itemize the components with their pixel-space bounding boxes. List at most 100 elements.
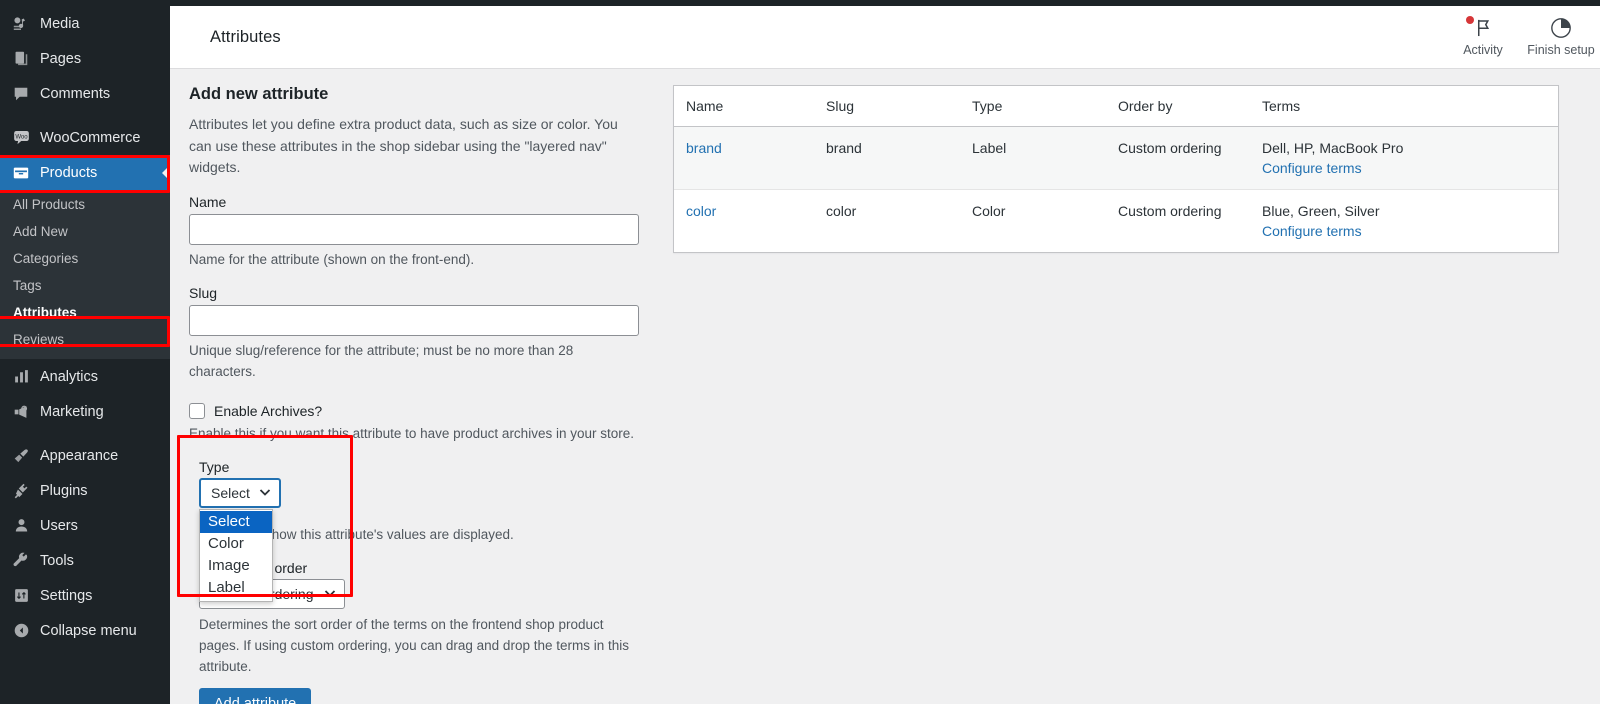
form-description: Attributes let you define extra product … [189, 116, 618, 176]
slug-input[interactable] [189, 304, 639, 336]
sidebar-item-collapse-menu[interactable]: Collapse menu [0, 613, 170, 648]
column-header-slug[interactable]: Slug [826, 86, 972, 127]
column-header-name[interactable]: Name [674, 86, 826, 127]
sidebar-item-media[interactable]: Media [0, 6, 170, 41]
sidebar-item-woocommerce[interactable]: Woo WooCommerce [0, 120, 170, 155]
column-header-orderby[interactable]: Order by [1118, 86, 1262, 127]
sidebar-item-analytics[interactable]: Analytics [0, 359, 170, 394]
cell-orderby: Custom ordering [1118, 126, 1262, 190]
terms-list: Blue, Green, Silver [1262, 203, 1380, 219]
products-icon [11, 163, 31, 183]
analytics-icon [11, 367, 31, 387]
sidebar-item-label: Plugins [40, 482, 88, 499]
table-head: Name Slug Type Order by Terms [674, 86, 1558, 127]
collapse-icon [11, 621, 31, 641]
cell-type: Label [972, 126, 1118, 190]
slug-field-group: Slug Unique slug/reference for the attri… [189, 285, 659, 383]
sidebar-item-pages[interactable]: Pages [0, 41, 170, 76]
sidebar-item-categories[interactable]: Categories [0, 245, 170, 272]
admin-sidebar: Media Pages Comments Woo WooCommerce Pro… [0, 6, 170, 704]
cell-type: Color [972, 203, 1006, 219]
sidebar-item-tags[interactable]: Tags [0, 272, 170, 299]
type-option-image[interactable]: Image [200, 555, 272, 577]
woocommerce-icon: Woo [11, 128, 31, 148]
sidebar-item-add-new[interactable]: Add New [0, 218, 170, 245]
sidebar-item-reviews[interactable]: Reviews [0, 326, 170, 353]
enable-archives-row[interactable]: Enable Archives? [189, 402, 659, 419]
sidebar-item-comments[interactable]: Comments [0, 76, 170, 111]
cell-terms: Blue, Green, Silver Configure terms [1262, 190, 1558, 253]
sidebar-item-plugins[interactable]: Plugins [0, 473, 170, 508]
activity-button[interactable]: Activity [1444, 15, 1522, 57]
attributes-table-panel: Name Slug Type Order by Terms brand bran… [673, 85, 1559, 253]
enable-archives-checkbox[interactable] [189, 402, 205, 419]
name-label: Name [189, 194, 227, 211]
attributes-table: Name Slug Type Order by Terms brand bran… [674, 86, 1558, 252]
type-option-label[interactable]: Label [200, 577, 272, 599]
terms-list: Dell, HP, MacBook Pro [1262, 140, 1404, 156]
column-header-terms[interactable]: Terms [1262, 86, 1558, 127]
chevron-down-icon [324, 589, 336, 598]
sidebar-item-label: Pages [40, 50, 82, 67]
attribute-name-link[interactable]: color [686, 203, 716, 219]
configure-terms-link[interactable]: Configure terms [1262, 223, 1362, 239]
archives-help-text: Enable this if you want this attribute t… [189, 425, 634, 441]
type-option-color[interactable]: Color [200, 533, 272, 555]
sidebar-item-marketing[interactable]: Marketing [0, 394, 170, 429]
finish-setup-button[interactable]: Finish setup [1522, 15, 1600, 57]
users-icon [11, 516, 31, 536]
sidebar-item-label: WooCommerce [40, 129, 141, 146]
sidebar-item-label: Media [40, 15, 80, 32]
cell-slug: color [826, 203, 857, 219]
page-header: Attributes Activity Finish setup [170, 6, 1600, 69]
enable-archives-label: Enable Archives? [214, 402, 323, 419]
name-input[interactable] [189, 214, 639, 246]
sort-order-help-text: Determines the sort order of the terms o… [199, 616, 629, 674]
slug-help-text: Unique slug/reference for the attribute;… [189, 342, 574, 379]
type-select[interactable]: Select [199, 477, 281, 508]
type-select-value: Select [211, 484, 250, 501]
chevron-down-icon [259, 488, 271, 497]
table-header-row: Name Slug Type Order by Terms [674, 86, 1558, 127]
sidebar-item-all-products[interactable]: All Products [0, 191, 170, 218]
tools-icon [11, 551, 31, 571]
cell-orderby: Custom ordering [1118, 203, 1222, 219]
cell-slug: brand [826, 126, 972, 190]
sidebar-item-appearance[interactable]: Appearance [0, 438, 170, 473]
slug-label: Slug [189, 284, 218, 301]
type-and-sort-area: Type Select Select Color Image Label Det… [189, 459, 659, 704]
sidebar-item-users[interactable]: Users [0, 508, 170, 543]
sidebar-item-settings[interactable]: Settings [0, 578, 170, 613]
cell-terms: Dell, HP, MacBook Pro Configure terms [1262, 126, 1558, 190]
column-header-type[interactable]: Type [972, 86, 1118, 127]
page-title: Attributes [210, 27, 281, 46]
attribute-name-link[interactable]: brand [686, 140, 722, 156]
sidebar-item-products[interactable]: Products [0, 155, 170, 190]
settings-icon [11, 586, 31, 606]
sidebar-item-tools[interactable]: Tools [0, 543, 170, 578]
finish-setup-label: Finish setup [1527, 43, 1595, 57]
plugins-icon [11, 481, 31, 501]
sidebar-item-label: Tools [40, 552, 74, 569]
add-attribute-form: Add new attribute Attributes let you def… [189, 85, 659, 704]
sidebar-item-attributes[interactable]: Attributes [0, 299, 170, 326]
appearance-icon [11, 446, 31, 466]
progress-circle-icon [1550, 15, 1572, 40]
add-attribute-button[interactable]: Add attribute [199, 687, 312, 704]
name-help-text: Name for the attribute (shown on the fro… [189, 252, 475, 268]
type-select-dropdown[interactable]: Select Color Image Label [199, 508, 273, 602]
sidebar-item-label: Appearance [40, 447, 119, 464]
comments-icon [11, 84, 31, 104]
sidebar-item-label: Collapse menu [40, 622, 137, 639]
sidebar-item-label: Products [40, 164, 98, 181]
page-root: Media Pages Comments Woo WooCommerce Pro… [0, 0, 1600, 704]
sidebar-item-label: Settings [40, 587, 93, 604]
table-row: brand brand Label Custom ordering Dell, … [674, 126, 1558, 190]
configure-terms-link[interactable]: Configure terms [1262, 160, 1362, 176]
media-icon [11, 14, 31, 34]
table-body: brand brand Label Custom ordering Dell, … [674, 126, 1558, 253]
products-submenu: All Products Add New Categories Tags Att… [0, 190, 170, 359]
type-option-select[interactable]: Select [200, 510, 272, 533]
sidebar-item-label: Analytics [40, 368, 99, 385]
header-actions: Activity Finish setup [1444, 6, 1600, 68]
